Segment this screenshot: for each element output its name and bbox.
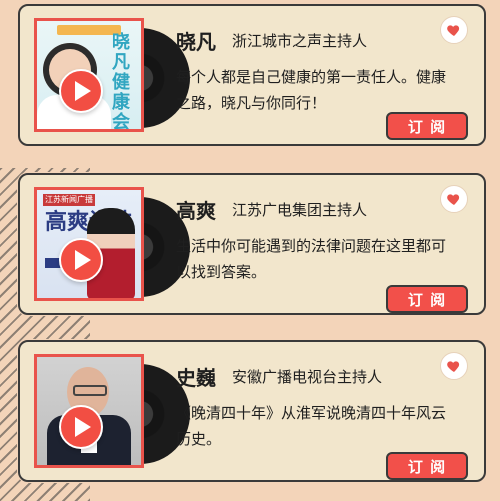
- program-card: 江苏新闻广播 高爽说法 高爽 江苏广电集团主持人 生活中你可能遇到的法律问题在这…: [18, 173, 486, 315]
- host-name: 高爽: [176, 199, 216, 223]
- play-button[interactable]: [59, 69, 103, 113]
- subscribe-button[interactable]: 订 阅: [386, 452, 468, 480]
- favorite-button[interactable]: [440, 352, 468, 380]
- program-card: 史巍 安徽广播电视台主持人 《晚清四十年》从淮军说晚清四十年风云历史。 订 阅: [18, 340, 486, 482]
- cover-title: 晓凡健康会所: [112, 32, 130, 132]
- program-description: 《晚清四十年》从淮军说晚清四十年风云历史。: [176, 404, 447, 448]
- cover-label: 江苏新闻广播: [43, 194, 95, 206]
- favorite-button[interactable]: [440, 185, 468, 213]
- host-title: 江苏广电集团主持人: [232, 201, 368, 219]
- subscribe-button[interactable]: 订 阅: [386, 285, 468, 313]
- heart-icon: [447, 194, 460, 205]
- heart-icon: [447, 25, 460, 36]
- host-title: 安徽广播电视台主持人: [232, 368, 383, 386]
- play-button[interactable]: [59, 238, 103, 282]
- favorite-button[interactable]: [440, 16, 468, 44]
- play-button[interactable]: [59, 405, 103, 449]
- heart-icon: [447, 361, 460, 372]
- program-card: 晓凡健康会所 晓凡 浙江城市之声主持人 每个人都是自己健康的第一责任人。健康之路…: [18, 4, 486, 146]
- play-icon: [75, 81, 91, 101]
- program-description: 每个人都是自己健康的第一责任人。健康之路，晓凡与你同行！: [176, 68, 447, 112]
- host-title: 浙江城市之声主持人: [232, 32, 368, 50]
- host-photo-glasses: [73, 385, 107, 396]
- subscribe-button[interactable]: 订 阅: [386, 112, 468, 140]
- play-icon: [75, 417, 91, 437]
- host-name: 史巍: [176, 366, 216, 390]
- host-name: 晓凡: [176, 30, 216, 54]
- program-description: 生活中你可能遇到的法律问题在这里都可以找到答案。: [176, 237, 447, 281]
- play-icon: [75, 250, 91, 270]
